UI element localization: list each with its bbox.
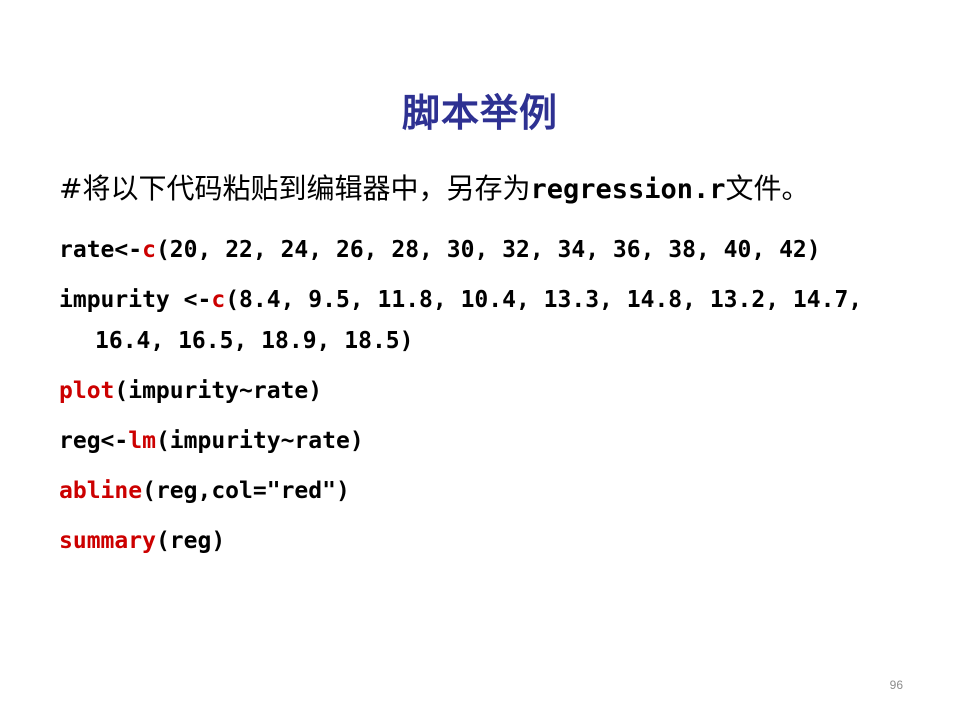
page-number: 96 bbox=[889, 678, 903, 692]
code-line-abline: abline(reg,col="red") bbox=[59, 475, 919, 507]
code-line-summary: summary(reg) bbox=[59, 525, 919, 557]
code-function: c bbox=[142, 237, 156, 263]
intro-filename: regression.r bbox=[530, 174, 726, 205]
code-part: (reg) bbox=[155, 528, 226, 554]
code-part: impurity <- bbox=[59, 287, 212, 313]
slide-content: #将以下代码粘贴到编辑器中，另存为regression.r文件。 rate<-c… bbox=[59, 168, 919, 557]
code-function: plot bbox=[59, 378, 115, 404]
code-function: abline bbox=[59, 478, 143, 504]
code-part: (impurity~rate) bbox=[114, 378, 323, 404]
code-function: lm bbox=[128, 428, 156, 454]
code-part: rate<- bbox=[59, 237, 143, 263]
intro-paragraph: #将以下代码粘贴到编辑器中，另存为regression.r文件。 bbox=[59, 168, 919, 211]
code-function: c bbox=[211, 287, 226, 313]
code-function: summary bbox=[59, 528, 156, 554]
code-part: (20, 22, 24, 26, 28, 30, 32, 34, 36, 38,… bbox=[155, 237, 821, 263]
intro-text-end: 文件。 bbox=[725, 172, 810, 205]
code-line-impurity: impurity <-c(8.4, 9.5, 11.8, 10.4, 13.3,… bbox=[59, 280, 919, 362]
code-part: (reg,col="red") bbox=[142, 478, 350, 504]
code-line-plot: plot(impurity~rate) bbox=[59, 375, 919, 407]
code-line-reg: reg<-lm(impurity~rate) bbox=[59, 425, 919, 457]
code-part: reg<- bbox=[59, 428, 129, 454]
code-part: (impurity~rate) bbox=[155, 428, 364, 454]
intro-text: #将以下代码粘贴到编辑器中，另存为 bbox=[59, 172, 531, 205]
code-line-rate: rate<-c(20, 22, 24, 26, 28, 30, 32, 34, … bbox=[59, 230, 919, 271]
slide-title: 脚本举例 bbox=[401, 91, 558, 136]
